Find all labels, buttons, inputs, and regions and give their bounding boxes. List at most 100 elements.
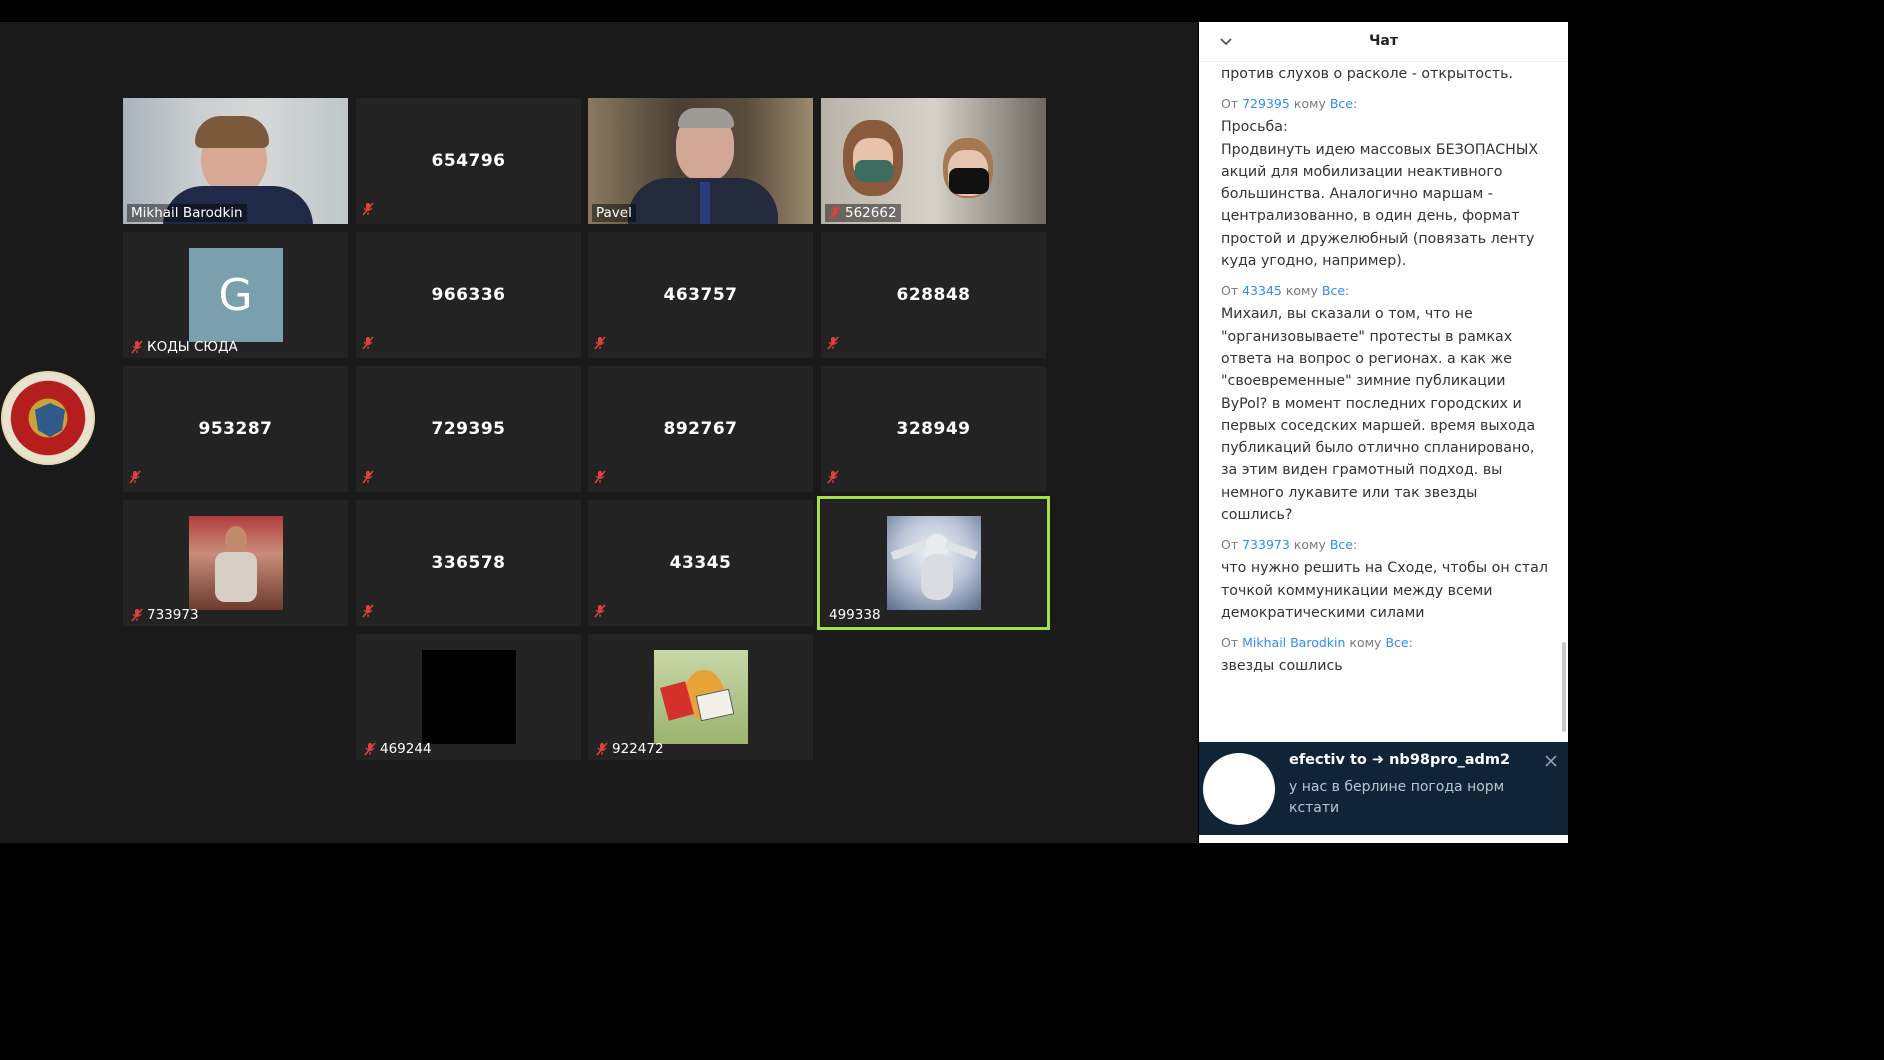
video-gallery: Mikhail Barodkin 654796 Pavel 562662 G КОДЫ С… [0, 22, 1198, 843]
participant-tile[interactable]: 729395 [356, 366, 581, 492]
participant-name-text: Pavel [596, 205, 632, 221]
mic-muted-icon [829, 206, 841, 220]
mic-muted-icon [129, 470, 141, 484]
chat-message-text: против слухов о расколе - открытость. [1221, 66, 1514, 82]
chat-message: против слухов о расколе - открытость. [1221, 63, 1551, 85]
participant-tile[interactable]: 336578 [356, 500, 581, 626]
mic-muted-icon [827, 336, 839, 350]
to-word: кому [1285, 283, 1318, 299]
participant-name-text: 733973 [147, 607, 199, 623]
participant-name: КОДЫ СЮДА [127, 338, 242, 356]
mic-muted-icon [131, 608, 143, 622]
participant-tile[interactable]: 953287 [123, 366, 348, 492]
participant-name: 499338 [825, 606, 885, 624]
participant-id: 328949 [896, 419, 971, 439]
chat-message-meta: От Mikhail Barodkin кому Все: [1221, 635, 1413, 651]
chat-message: От Mikhail Barodkin кому Все: звезды сошл… [1221, 635, 1551, 677]
from-word: От [1221, 537, 1239, 553]
avatar-letter: G [218, 269, 253, 321]
mic-muted-icon [362, 202, 374, 216]
bottom-bar [0, 843, 1568, 882]
chat-message-meta: От 729395 кому Все: [1221, 96, 1358, 112]
chat-sender-link[interactable]: Mikhail Barodkin [1242, 635, 1345, 650]
participant-tile[interactable]: 43345 [588, 500, 813, 626]
participant-tile[interactable]: 733973 [123, 500, 348, 626]
from-word: От [1221, 635, 1239, 651]
participant-name: 733973 [127, 606, 203, 624]
mic-muted-icon [594, 470, 606, 484]
chat-recipient-link[interactable]: Все [1330, 537, 1353, 552]
chat-message: От 729395 кому Все: Просьба: Продвинуть и… [1221, 96, 1551, 272]
chat-sender-link[interactable]: 733973 [1242, 537, 1290, 552]
participant-name: 922472 [592, 740, 668, 758]
participant-id: 628848 [896, 285, 971, 305]
chat-message-text: Михаил, вы сказали о том, что не "органи… [1221, 306, 1536, 524]
participant-tile[interactable]: 499338 [817, 496, 1050, 630]
participant-tile[interactable]: 562662 [821, 98, 1046, 224]
participant-picture [188, 516, 283, 610]
participant-tile[interactable]: Pavel [588, 98, 813, 224]
participant-name-text: 922472 [612, 741, 664, 757]
participant-avatar: G [188, 248, 283, 342]
chat-scrollbar[interactable] [1562, 642, 1566, 732]
participant-picture [886, 516, 981, 610]
participant-tile[interactable]: 966336 [356, 232, 581, 358]
participant-picture [421, 650, 516, 744]
chat-title: Чат [1369, 33, 1398, 49]
chat-footer [1199, 835, 1568, 843]
participant-picture [653, 650, 748, 744]
chat-message: От 733973 кому Все: что нужно решить на С… [1221, 537, 1551, 624]
participant-tile[interactable]: 628848 [821, 232, 1046, 358]
top-bar [0, 0, 1568, 22]
chat-sender-link[interactable]: 43345 [1242, 283, 1282, 298]
participant-id: 892767 [663, 419, 738, 439]
mic-muted-icon [131, 340, 143, 354]
mic-muted-icon [596, 742, 608, 756]
chat-message-text: что нужно решить на Сходе, чтобы он стал… [1221, 560, 1548, 621]
participant-id: 966336 [431, 285, 506, 305]
notification-sender: efectiv to ➜ nb98pro_adm2 [1289, 752, 1511, 768]
chat-panel: Чат против слухов о расколе - открытость… [1199, 22, 1568, 843]
participant-name: 562662 [825, 204, 901, 222]
to-word: кому [1293, 96, 1326, 112]
participant-id: 729395 [431, 419, 506, 439]
participant-name-text: КОДЫ СЮДА [147, 339, 238, 355]
participant-name: Pavel [592, 204, 636, 222]
mic-muted-icon [827, 470, 839, 484]
participant-tile[interactable]: 922472 [588, 634, 813, 760]
participant-tile[interactable]: 892767 [588, 366, 813, 492]
close-icon[interactable] [1544, 754, 1558, 768]
participant-tile[interactable]: 328949 [821, 366, 1046, 492]
participant-id: 43345 [669, 553, 732, 573]
participant-tile[interactable]: 469244 [356, 634, 581, 760]
to-word: кому [1349, 635, 1382, 651]
participant-id: 463757 [663, 285, 738, 305]
mic-muted-icon [362, 470, 374, 484]
mic-muted-icon [362, 604, 374, 618]
mic-muted-icon [594, 336, 606, 350]
notification-text: у нас в берлине погода норм кстати [1289, 779, 1505, 816]
chat-message-text: звезды сошлись [1221, 658, 1343, 675]
participant-name-text: 499338 [829, 607, 881, 623]
participant-tile[interactable]: 654796 [356, 98, 581, 224]
chat-sender-link[interactable]: 729395 [1242, 96, 1290, 111]
participant-name: 469244 [360, 740, 436, 758]
chat-recipient-link[interactable]: Все [1330, 96, 1353, 111]
chat-recipient-link[interactable]: Все [1385, 635, 1408, 650]
chat-recipient-link[interactable]: Все [1322, 283, 1345, 298]
participant-id: 953287 [198, 419, 273, 439]
chat-header: Чат [1199, 22, 1568, 62]
participant-tile[interactable]: G КОДЫ СЮДА [123, 232, 348, 358]
notification-avatar [1203, 753, 1275, 825]
participant-id: 654796 [431, 151, 506, 171]
notification-toast[interactable]: efectiv to ➜ nb98pro_adm2 у нас в берлин… [1199, 742, 1568, 835]
participant-name: Mikhail Barodkin [127, 204, 247, 222]
chat-messages: против слухов о расколе - открытость. От … [1221, 63, 1551, 689]
chat-message: От 43345 кому Все: Михаил, вы сказали о т… [1221, 283, 1551, 526]
chat-message-meta: От 43345 кому Все: [1221, 283, 1350, 299]
from-word: От [1221, 283, 1239, 299]
participant-name-text: Mikhail Barodkin [131, 205, 243, 221]
participant-tile[interactable]: 463757 [588, 232, 813, 358]
participant-id: 336578 [431, 553, 506, 573]
participant-tile[interactable]: Mikhail Barodkin [123, 98, 348, 224]
